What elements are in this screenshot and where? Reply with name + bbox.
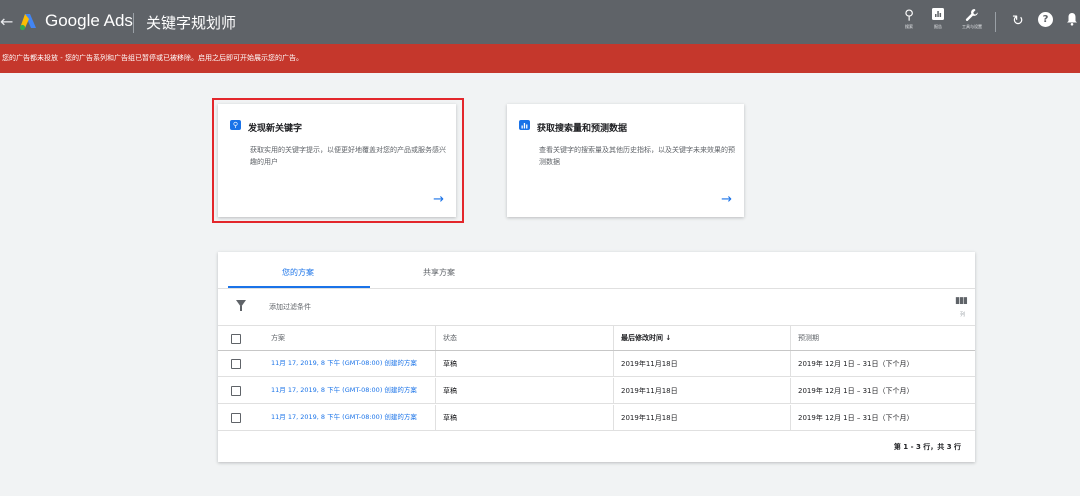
bar-chart-icon <box>519 120 530 130</box>
column-header-last-modified[interactable]: 最后修改时间 ↓ <box>613 326 671 350</box>
columns-icon[interactable]: ▮▮▮ <box>955 296 968 306</box>
arrow-right-icon[interactable]: → <box>433 192 444 207</box>
search-icon: ⚲ <box>904 8 914 23</box>
row-checkbox[interactable] <box>231 359 241 369</box>
reports-icon <box>923 8 953 24</box>
plan-forecast-period: 2019年 12月 1日 – 31日（下个月） <box>790 351 913 376</box>
row-checkbox[interactable] <box>231 413 241 423</box>
add-filter-button[interactable]: 添加过滤条件 <box>269 302 311 312</box>
back-arrow-icon[interactable]: ← <box>0 12 13 31</box>
arrow-right-icon[interactable]: → <box>721 192 732 207</box>
help-icon[interactable]: ? <box>1038 12 1053 27</box>
column-header-forecast-period[interactable]: 预测期 <box>790 326 819 350</box>
table-row: 11月 17, 2019, 8 下午 (GMT-08:00) 创建的方案 草稿 … <box>218 378 975 404</box>
title-divider <box>133 13 134 33</box>
table-row: 11月 17, 2019, 8 下午 (GMT-08:00) 创建的方案 草稿 … <box>218 405 975 431</box>
plan-name-link[interactable]: 11月 17, 2019, 8 下午 (GMT-08:00) 创建的方案 <box>271 413 423 422</box>
plan-last-modified: 2019年11月18日 <box>613 351 678 376</box>
pagination-summary: 第 1 - 3 行，共 3 行 <box>893 443 961 451</box>
card-description: 查看关键字的搜索量及其他历史指标，以及关键字未来效果的预测数据 <box>539 146 735 166</box>
refresh-icon[interactable]: ↻ <box>1012 12 1024 30</box>
search-button[interactable]: ⚲ 搜索 <box>894 8 924 30</box>
plan-name-link[interactable]: 11月 17, 2019, 8 下午 (GMT-08:00) 创建的方案 <box>271 359 423 368</box>
reports-label: 报告 <box>934 24 942 29</box>
tools-label: 工具与设置 <box>962 24 982 29</box>
row-checkbox[interactable] <box>231 386 241 396</box>
search-label: 搜索 <box>905 24 913 29</box>
reports-button[interactable]: 报告 <box>923 8 953 30</box>
page-title: 关键字规划师 <box>146 14 237 32</box>
filter-icon[interactable] <box>236 300 246 311</box>
select-all-checkbox[interactable] <box>231 334 241 344</box>
plan-last-modified: 2019年11月18日 <box>613 378 678 403</box>
plan-status: 草稿 <box>435 405 457 430</box>
tab-your-plans[interactable]: 您的方案 <box>282 267 314 278</box>
notifications-icon[interactable] <box>1066 12 1078 31</box>
google-ads-logo-icon <box>19 14 36 31</box>
card-description: 获取实用的关键字提示，以便更好地覆盖对您的产品或服务感兴趣的用户 <box>250 146 446 166</box>
plan-forecast-period: 2019年 12月 1日 – 31日（下个月） <box>790 378 913 403</box>
column-header-plan[interactable]: 方案 <box>271 326 285 350</box>
plan-forecast-period: 2019年 12月 1日 – 31日（下个月） <box>790 405 913 430</box>
tabs-divider <box>218 288 975 289</box>
brand-name: Google Ads <box>45 11 133 30</box>
search-icon: ⚲ <box>230 120 241 130</box>
tab-shared-plans[interactable]: 共享方案 <box>423 267 455 278</box>
tools-button[interactable]: 工具与设置 <box>957 8 987 30</box>
table-row: 11月 17, 2019, 8 下午 (GMT-08:00) 创建的方案 草稿 … <box>218 351 975 377</box>
plans-panel: 您的方案 共享方案 添加过滤条件 ▮▮▮ 列 方案 状态 最后修改时间 ↓ 预测… <box>218 252 975 462</box>
plan-name-link[interactable]: 11月 17, 2019, 8 下午 (GMT-08:00) 创建的方案 <box>271 386 423 395</box>
plan-status: 草稿 <box>435 351 457 376</box>
discover-keywords-card[interactable]: ⚲ 发现新关键字 获取实用的关键字提示，以便更好地覆盖对您的产品或服务感兴趣的用… <box>218 104 456 217</box>
table-header: 方案 状态 最后修改时间 ↓ 预测期 <box>218 325 975 351</box>
top-app-bar: ← Google Ads 关键字规划师 ⚲ 搜索 报告 工具与设置 ↻ ? <box>0 0 1080 44</box>
ads-not-running-alert: 您的广告都未投放 - 您的广告系列和广告组已暂停或已被移除。启用之后即可开始展示… <box>0 44 1080 73</box>
column-header-status[interactable]: 状态 <box>435 326 457 350</box>
toolbar-divider <box>995 12 996 32</box>
columns-label: 列 <box>959 312 965 318</box>
search-volume-forecast-card[interactable]: 获取搜索量和预测数据 查看关键字的搜索量及其他历史指标，以及关键字未来效果的预测… <box>507 104 744 217</box>
plan-last-modified: 2019年11月18日 <box>613 405 678 430</box>
card-title: 发现新关键字 <box>248 124 303 134</box>
card-title: 获取搜索量和预测数据 <box>537 124 628 134</box>
plan-status: 草稿 <box>435 378 457 403</box>
wrench-icon <box>957 8 987 24</box>
